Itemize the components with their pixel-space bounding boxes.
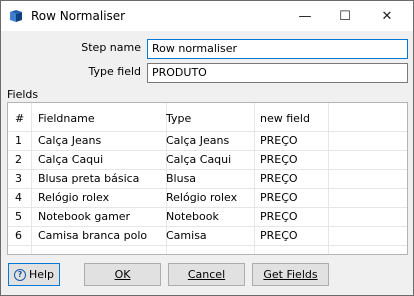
get-fields-button[interactable]: Get Fields (252, 263, 329, 286)
close-button[interactable]: ✕ (367, 1, 407, 31)
get-fields-button-label: Get Fields (263, 268, 318, 281)
fields-table: # Fieldname Type new field 1 Calça Jeans… (7, 102, 408, 255)
column-divider (31, 103, 32, 254)
help-button[interactable]: ? Help (8, 263, 60, 286)
type-cell[interactable]: Notebook (166, 207, 219, 226)
new-field-cell[interactable]: PREÇO (260, 207, 298, 226)
row-number: 1 (15, 134, 22, 147)
help-icon: ? (13, 268, 26, 281)
new-field-cell[interactable]: PREÇO (260, 150, 298, 169)
close-icon: ✕ (381, 8, 393, 24)
maximize-icon: ☐ (339, 8, 351, 24)
column-divider (254, 103, 255, 254)
window-title: Row Normaliser (31, 9, 126, 23)
row-number: 6 (15, 229, 22, 242)
fieldname-cell[interactable]: Relógio rolex (38, 188, 109, 207)
fieldname-cell[interactable]: Camisa branca polo (38, 226, 147, 245)
row-number: 4 (15, 191, 22, 204)
cancel-button[interactable]: Cancel (168, 263, 245, 286)
title-bar: Row Normaliser — ☐ ✕ (1, 1, 413, 31)
column-header-new-field[interactable]: new field (260, 106, 310, 132)
type-field-input[interactable]: PRODUTO (147, 63, 408, 83)
minimize-button[interactable]: — (285, 1, 325, 31)
minimize-icon: — (298, 8, 312, 24)
fieldname-cell[interactable]: Calça Caqui (38, 150, 103, 169)
column-divider (328, 103, 329, 254)
row-normaliser-icon (10, 10, 22, 22)
type-cell[interactable]: Calça Jeans (166, 131, 229, 150)
new-field-cell[interactable]: PREÇO (260, 169, 298, 188)
type-cell[interactable]: Camisa (166, 226, 207, 245)
type-cell[interactable]: Relógio rolex (166, 188, 237, 207)
new-field-cell[interactable]: PREÇO (260, 188, 298, 207)
new-field-cell[interactable]: PREÇO (260, 226, 298, 245)
cancel-button-label: Cancel (187, 268, 226, 281)
ok-button[interactable]: OK (84, 263, 161, 286)
type-field-label: Type field (88, 65, 142, 78)
row-normaliser-dialog: Row Normaliser — ☐ ✕ Step name Row norma… (0, 0, 414, 296)
column-header-type[interactable]: Type (166, 106, 191, 132)
type-cell[interactable]: Calça Caqui (166, 150, 231, 169)
fieldname-cell[interactable]: Blusa preta básica (38, 169, 139, 188)
step-name-label: Step name (81, 41, 141, 54)
row-divider (8, 245, 407, 246)
type-cell[interactable]: Blusa (166, 169, 196, 188)
help-button-label: Help (28, 268, 55, 281)
fieldname-cell[interactable]: Calça Jeans (38, 131, 101, 150)
column-header-number[interactable]: # (15, 106, 24, 132)
row-number: 3 (15, 172, 22, 185)
fieldname-cell[interactable]: Notebook gamer (38, 207, 130, 226)
fields-section-label: Fields (7, 88, 39, 101)
maximize-button[interactable]: ☐ (325, 1, 365, 31)
ok-button-label: OK (114, 268, 131, 281)
row-number: 5 (15, 210, 22, 223)
row-number: 2 (15, 153, 22, 166)
step-name-input[interactable]: Row normaliser (147, 39, 408, 59)
new-field-cell[interactable]: PREÇO (260, 131, 298, 150)
column-header-fieldname[interactable]: Fieldname (38, 106, 95, 132)
